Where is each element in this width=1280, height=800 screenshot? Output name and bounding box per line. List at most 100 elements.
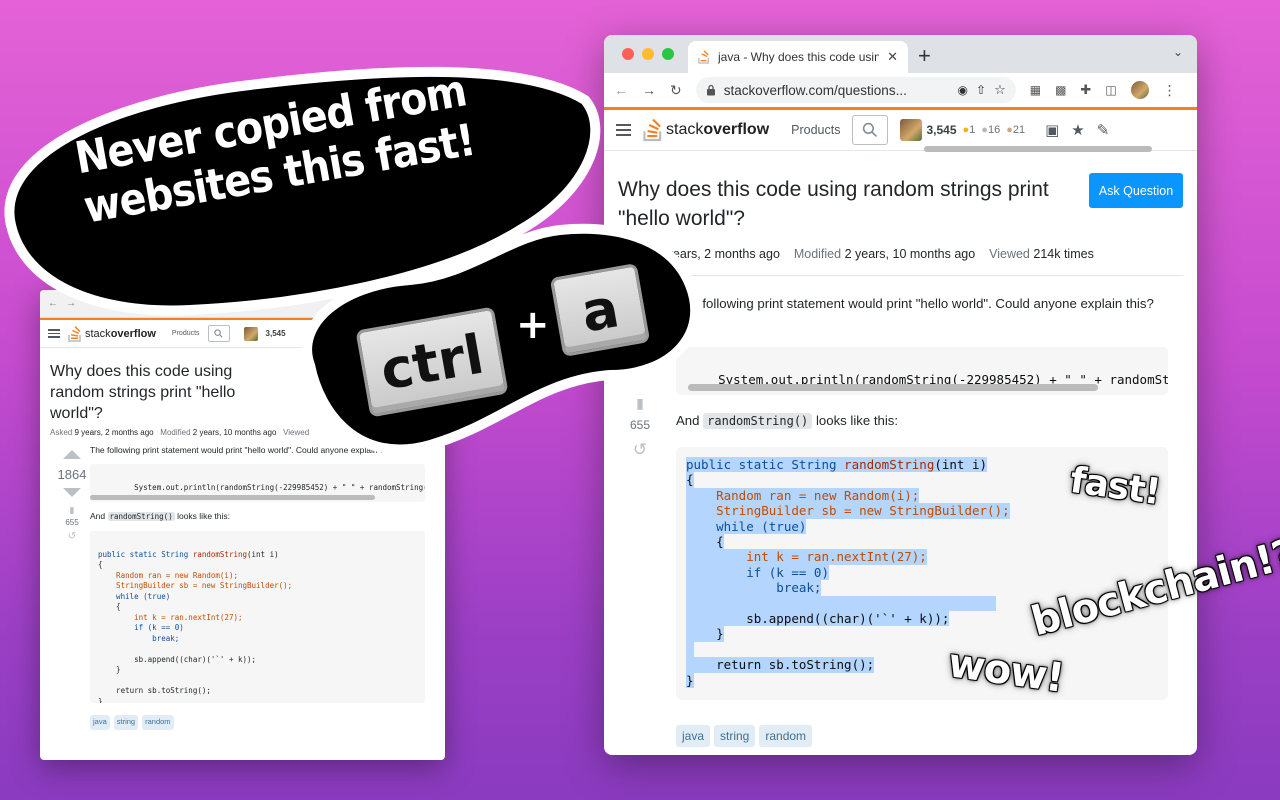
user-avatar[interactable] [900, 119, 923, 141]
post-body-text: The following print statement would prin… [676, 296, 1154, 311]
bookmark-star-icon[interactable]: ☆ [994, 82, 1006, 98]
vote-column-small: 1864 ▮ 655 ↺ [48, 448, 96, 542]
close-window-button[interactable] [622, 48, 634, 60]
extension-icon[interactable]: ▩ [1055, 83, 1066, 97]
tag-java[interactable]: java [90, 715, 110, 731]
search-button[interactable] [852, 115, 889, 145]
code-line: int k = ran.nextInt(27); [686, 549, 927, 565]
code-line: break; [686, 580, 822, 596]
puzzle-extensions-icon[interactable]: ✚ [1080, 82, 1091, 98]
code-line: StringBuilder sb = new StringBuilder(); [98, 581, 293, 591]
code-line: Random ran = new Random(i); [98, 570, 238, 580]
question-title-small[interactable]: Why does this code using random strings … [40, 348, 290, 424]
stackoverflow-favicon-icon [698, 50, 709, 64]
share-icon[interactable]: ⇧ [976, 83, 986, 97]
post-body-small: The following print statement would prin… [90, 444, 425, 731]
a-key: a [549, 262, 651, 358]
code-line: while (true) [98, 591, 171, 601]
tag-string[interactable]: string [714, 725, 756, 747]
gold-badge-count: ●1 [962, 124, 976, 136]
bronze-badge-value: 21 [1012, 124, 1026, 136]
code-line: { [686, 472, 694, 488]
a-key-label: a [576, 275, 624, 345]
minimize-window-button[interactable] [642, 48, 654, 60]
new-tab-button[interactable]: + [918, 43, 931, 69]
code-line: if (k == 0) [98, 623, 184, 633]
tab-title: java - Why does this code usin [718, 50, 880, 64]
review-queue-icon[interactable]: ✎ [1097, 121, 1110, 139]
tag-random[interactable]: random [759, 725, 813, 747]
viewed-value: 214k times [1033, 247, 1094, 261]
code-horizontal-scrollbar[interactable] [688, 384, 1098, 391]
logo-text-overflow: overflow [703, 121, 770, 138]
tag-list: java string random [676, 725, 813, 747]
more-menu-icon[interactable]: ⋮ [1163, 82, 1177, 99]
products-link[interactable]: Products [791, 123, 840, 137]
upvote-icon[interactable] [63, 450, 81, 459]
history-icon[interactable]: ↺ [48, 531, 96, 542]
tag-java[interactable]: java [676, 725, 711, 747]
browser-toolbar: ← → ↻ stackoverflow.com/questions... ◉ ⇧… [604, 73, 1197, 107]
back-arrow-icon[interactable]: ← [614, 82, 628, 98]
maximize-window-button[interactable] [662, 48, 674, 60]
tag-string[interactable]: string [113, 715, 139, 731]
code-line: { [98, 602, 121, 612]
browser-tab-bar: java - Why does this code usin ✕ + ⌄ [604, 35, 1197, 73]
reputation-count: 3,545 [926, 123, 957, 137]
modified-value: 2 years, 10 months ago [192, 428, 277, 438]
viewed-label: Viewed [989, 247, 1030, 261]
browser-tab[interactable]: java - Why does this code usin ✕ [688, 41, 908, 73]
horizontal-scrollbar[interactable] [90, 495, 375, 501]
looks-like-text: looks like this: [815, 413, 899, 428]
bookmark-count: 655 [65, 518, 79, 527]
topbar-horizontal-scrollbar[interactable] [924, 146, 1152, 152]
code-line: break; [98, 633, 180, 643]
code-line: int k = ran.nextInt(27); [98, 612, 243, 622]
profile-avatar[interactable] [1130, 81, 1149, 99]
close-tab-icon[interactable]: ✕ [887, 49, 898, 65]
tag-random[interactable]: random [142, 715, 174, 731]
inbox-icon[interactable]: ▣ [1045, 121, 1059, 139]
sidebar-icon[interactable]: ◫ [1105, 83, 1116, 97]
modified-label: Modified [160, 428, 191, 438]
print-code-block-small: System.out.println(randomString(-2299854… [90, 464, 425, 503]
code-line: return sb.toString(); [686, 657, 875, 673]
code-line: } [686, 626, 724, 642]
tag-list-small: java string random [90, 715, 425, 731]
ctrl-key-label: ctrl [375, 322, 489, 402]
code-line: } [686, 672, 694, 689]
reload-icon[interactable]: ↻ [670, 82, 682, 99]
so-topbar: stack overflow Products 3,545 ●1 ●16 ●21 … [604, 107, 1197, 152]
hamburger-menu-icon[interactable] [616, 124, 631, 136]
inline-code: randomString() [703, 413, 813, 429]
code-line: StringBuilder sb = new StringBuilder(); [686, 503, 1010, 519]
address-bar[interactable]: stackoverflow.com/questions... ◉ ⇧ ☆ [695, 77, 1016, 103]
bookmark-icon[interactable]: ▮ [48, 505, 96, 516]
asked-value: 9 years, 2 months ago [74, 428, 154, 438]
code-line: Random ran = new Random(i); [686, 487, 920, 504]
code-fn-name: randomString [192, 549, 248, 559]
ask-question-button[interactable]: Ask Question [1089, 173, 1183, 208]
and-line-small: And randomString() looks like this: [90, 510, 425, 523]
stackoverflow-logo[interactable]: stack overflow [643, 118, 769, 142]
asked-label: Asked [50, 428, 73, 438]
downvote-icon[interactable] [63, 488, 81, 497]
modified-label: Modified [793, 247, 842, 261]
modified-value: 2 years, 10 months ago [844, 247, 976, 261]
logo-text-stack: stack [666, 121, 704, 138]
code-line: if (k == 0) [686, 564, 829, 581]
achievements-trophy-icon[interactable]: ★ [1071, 121, 1084, 139]
extension-icon[interactable]: ▦ [1030, 83, 1041, 97]
code-args: (int i) [247, 549, 279, 559]
looks-like-text: looks like this: [177, 511, 231, 522]
tab-list-chevron-icon[interactable]: ⌄ [1173, 45, 1183, 59]
code-line: } [98, 665, 121, 675]
forward-arrow-icon[interactable]: → [642, 82, 656, 98]
silver-badge-value: 16 [987, 124, 1001, 136]
code-line: sb.append((char)('`' + k)); [98, 654, 257, 664]
eye-off-icon[interactable]: ◉ [958, 83, 968, 97]
bronze-badge-count: ●21 [1006, 124, 1026, 136]
stackoverflow-mark-icon [643, 118, 662, 142]
vote-score: 1864 [57, 467, 87, 482]
search-icon [863, 122, 878, 137]
